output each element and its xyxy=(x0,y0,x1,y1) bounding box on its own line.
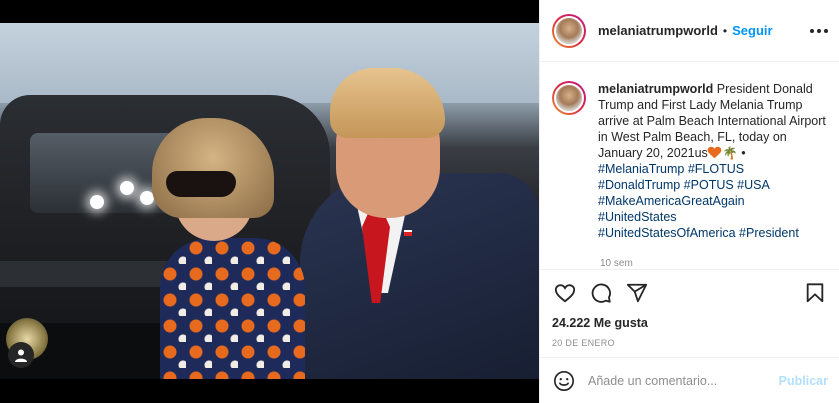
author-username[interactable]: melaniatrumpworld xyxy=(598,23,718,38)
photo-woman-sunglasses xyxy=(166,171,236,197)
caption-time-ago: 10 sem xyxy=(600,258,633,269)
avatar-image xyxy=(554,83,584,113)
comment-icon xyxy=(591,283,611,303)
caption-text: melaniatrumpworld President Donald Trump… xyxy=(598,81,826,269)
post-side-panel: melaniatrumpworld • Seguir melaniatrumpw… xyxy=(539,0,839,403)
post-date[interactable]: 20 DE ENERO xyxy=(552,338,828,348)
like-button[interactable] xyxy=(552,280,578,306)
smile-icon xyxy=(554,370,574,391)
caption-avatar[interactable] xyxy=(552,81,586,115)
share-button[interactable] xyxy=(624,280,650,306)
post-header: melaniatrumpworld • Seguir xyxy=(540,0,839,62)
hashtag-line[interactable]: #UnitedStatesOfAmerica #President xyxy=(598,226,799,240)
emoji-picker-button[interactable] xyxy=(552,369,576,393)
palm-tree-icon: 🌴 xyxy=(722,146,738,160)
bookmark-icon xyxy=(806,283,824,303)
likes-count[interactable]: 24.222 Me gusta xyxy=(552,316,828,330)
hashtag-line[interactable]: #UnitedStates xyxy=(598,210,677,224)
more-options-icon[interactable] xyxy=(810,22,828,40)
user-icon xyxy=(15,349,27,362)
caption-section: melaniatrumpworld President Donald Trump… xyxy=(540,63,839,269)
post-media-pane xyxy=(0,0,539,403)
orange-heart-icon xyxy=(708,147,721,158)
tagged-users-button[interactable] xyxy=(8,342,34,368)
photo-sky xyxy=(0,23,539,103)
send-icon xyxy=(626,283,648,303)
caption-emoji-separator: • xyxy=(741,146,746,160)
hashtag-line[interactable]: #DonaldTrump #POTUS #USA xyxy=(598,178,770,192)
caption-username[interactable]: melaniatrumpworld xyxy=(598,82,713,96)
post-photo[interactable] xyxy=(0,23,539,379)
author-avatar[interactable] xyxy=(552,13,586,48)
avatar-image xyxy=(554,15,584,46)
comment-input[interactable] xyxy=(588,373,779,388)
save-button[interactable] xyxy=(802,280,828,306)
photo-light xyxy=(90,195,104,209)
hashtag-line[interactable]: #MakeAmericaGreatAgain xyxy=(598,194,745,208)
comment-composer: Publicar xyxy=(540,357,839,403)
photo-flag-pin xyxy=(404,230,412,236)
publish-button[interactable]: Publicar xyxy=(779,374,828,388)
heart-icon xyxy=(554,284,576,303)
action-icons-row xyxy=(552,280,828,306)
header-separator: • xyxy=(722,23,728,38)
hashtag-line[interactable]: #MelaniaTrump #FLOTUS xyxy=(598,162,744,176)
actions-section: 24.222 Me gusta 20 DE ENERO xyxy=(540,269,839,348)
photo-woman-dress xyxy=(160,238,305,379)
follow-button[interactable]: Seguir xyxy=(732,23,772,38)
comment-button[interactable] xyxy=(588,280,614,306)
photo-light xyxy=(120,181,134,195)
